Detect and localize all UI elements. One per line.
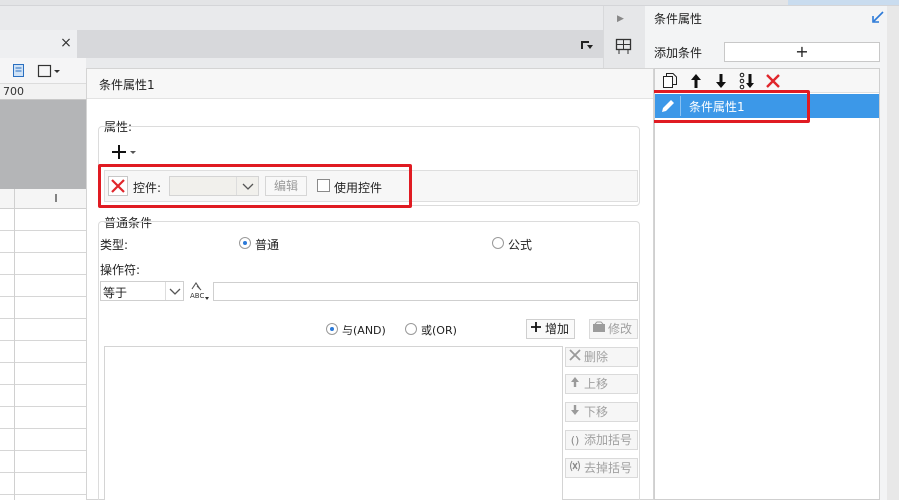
move-down-button-label: 下移	[584, 405, 609, 419]
border-icon[interactable]	[36, 63, 64, 79]
logic-or-label: 或(OR)	[421, 324, 457, 337]
panel-title: 条件属性	[654, 12, 703, 26]
layout-icon[interactable]	[615, 37, 633, 55]
delete-button-label: 删除	[584, 350, 609, 364]
column-divider	[14, 189, 15, 500]
add-button-label: 增加	[545, 322, 570, 336]
add-attribute-dropdown[interactable]	[110, 142, 140, 162]
delete-x-icon	[566, 348, 584, 366]
operator-value: 等于	[103, 286, 128, 300]
dialog-titlebar	[87, 69, 653, 99]
top-accent	[788, 0, 899, 5]
type-label: 类型:	[100, 238, 129, 252]
value-input[interactable]	[213, 282, 638, 301]
modify-button[interactable]: 修改	[589, 319, 638, 339]
modify-icon	[590, 320, 608, 338]
ruler: 700	[0, 84, 86, 100]
highlight-box-control-row	[98, 164, 412, 208]
highlight-box-list-item	[650, 90, 810, 123]
logic-and-label: 与(AND)	[342, 324, 386, 337]
plus-icon	[527, 320, 545, 338]
tab-close-icon[interactable]: ×	[59, 35, 73, 51]
document-icon[interactable]	[12, 63, 26, 79]
collapse-icon[interactable]	[871, 10, 885, 24]
delete-button[interactable]: 删除	[565, 347, 638, 367]
move-up-button-label: 上移	[584, 377, 609, 391]
dropdown-menu-icon[interactable]	[578, 36, 596, 52]
condition-list	[654, 68, 880, 500]
condition-expression-list[interactable]	[104, 346, 563, 500]
type-formula-radio[interactable]	[492, 237, 504, 249]
move-down-button[interactable]: 下移	[565, 402, 638, 422]
remove-bracket-button[interactable]: 去掉括号	[565, 458, 638, 478]
arrow-up-icon	[566, 375, 584, 393]
type-normal-label: 普通	[255, 238, 280, 252]
remove-bracket-button-label: 去掉括号	[584, 461, 633, 475]
sort-icon[interactable]	[738, 72, 756, 90]
panel-scrollbar[interactable]	[887, 6, 899, 500]
operator-label: 操作符:	[100, 263, 141, 277]
dialog-title: 条件属性1	[99, 78, 155, 92]
add-button[interactable]: 增加	[526, 319, 575, 339]
expand-arrow-icon[interactable]: ▶	[617, 14, 624, 24]
delete-icon[interactable]	[764, 72, 782, 90]
type-formula-label: 公式	[508, 238, 533, 252]
operator-select[interactable]: 等于	[100, 281, 184, 301]
add-condition-button[interactable]: +	[724, 42, 880, 62]
canvas-background	[0, 100, 86, 189]
add-condition-label: 添加条件	[654, 46, 703, 60]
abc-value-type-icon[interactable]: ABC	[188, 281, 210, 301]
remove-bracket-icon	[566, 459, 584, 477]
column-header: I	[0, 189, 86, 209]
logic-and-radio[interactable]	[326, 323, 338, 335]
modify-button-label: 修改	[608, 322, 633, 336]
add-bracket-button-label: 添加括号	[584, 433, 633, 447]
move-up-button[interactable]: 上移	[565, 374, 638, 394]
arrow-down-icon[interactable]	[712, 72, 730, 90]
chevron-down-icon	[165, 282, 183, 300]
tab-strip	[0, 30, 603, 58]
sheet-grid	[0, 189, 86, 500]
svg-text:ABC: ABC	[190, 292, 204, 300]
bracket-icon: ()	[570, 434, 580, 447]
type-normal-radio[interactable]	[239, 237, 251, 249]
arrow-down-icon	[566, 403, 584, 421]
copy-icon[interactable]	[661, 72, 679, 90]
arrow-up-icon[interactable]	[687, 72, 705, 90]
format-toolbar	[0, 58, 86, 84]
add-bracket-button[interactable]: () 添加括号	[565, 430, 638, 450]
logic-or-radio[interactable]	[405, 323, 417, 335]
